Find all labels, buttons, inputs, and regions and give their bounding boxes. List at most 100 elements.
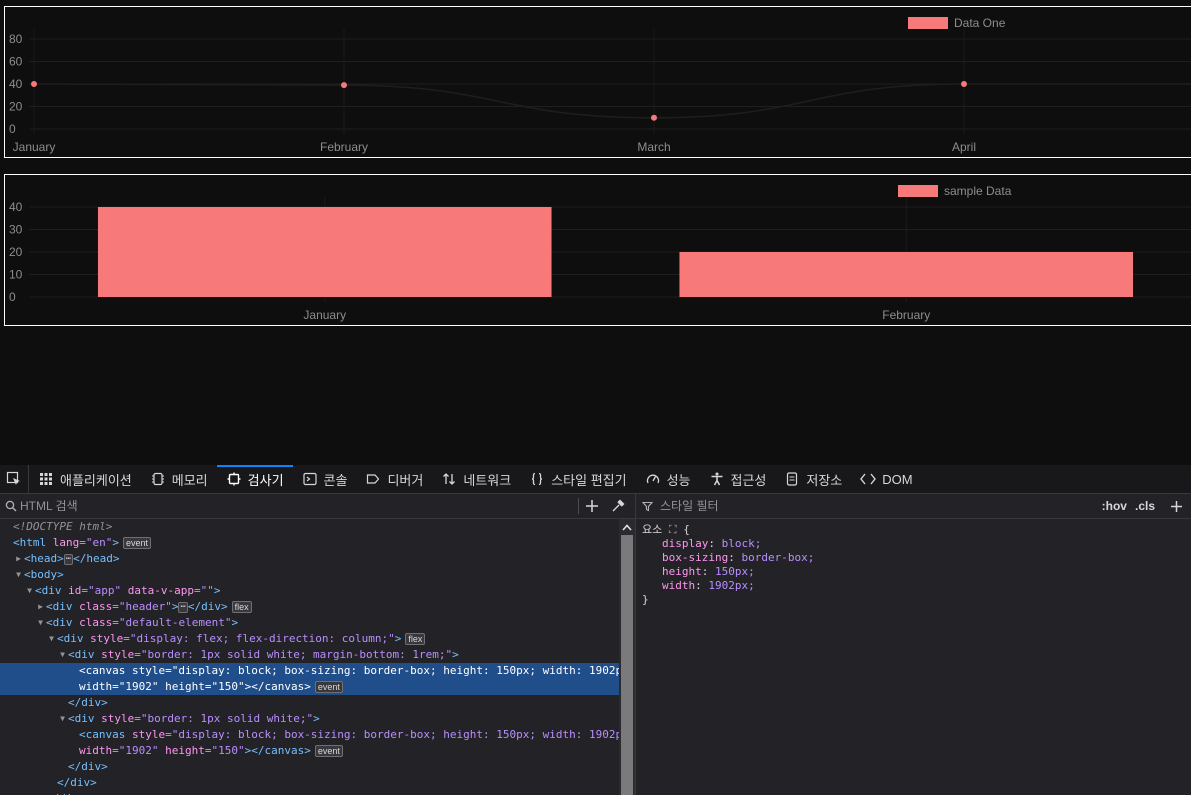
tag-text: <canvas [79,728,126,741]
tab-debugger[interactable]: 디버거 [356,465,432,493]
tree-row-default-element[interactable]: ▼ <div class = "default-element" > [0,615,619,631]
line-chart[interactable]: 0 20 40 60 80 January February March April Data O… [5,7,1191,157]
val-text: "1902" [118,744,159,757]
tree-row-border-div-1[interactable]: ▼ <div style = "border: 1px solid white; ma… [0,647,619,663]
scroll-thumb[interactable] [621,535,633,795]
tree-row-flex-column[interactable]: ▼ <div style = "display: flex; flex-directi… [0,631,619,647]
event-badge[interactable]: event [314,681,343,693]
tag-text: </div> [187,600,228,613]
x-tick-label: February [882,308,930,322]
tree-row-div-close-1[interactable]: </div> [0,695,619,711]
css-declaration[interactable]: height: 150px; [642,565,1185,579]
attr-text: lang [52,536,80,549]
tab-label: 접근성 [730,472,767,488]
flex-badge[interactable]: flex [231,601,252,613]
tree-row-canvas-1-selected[interactable]: <canvas style = "display: block; box-sizin… [0,663,619,679]
tab-label: 네트워크 [463,472,512,488]
val-text: "display: block; box-sizing: border-box;… [171,664,619,677]
event-badge[interactable]: event [314,745,343,757]
val-text: "150" [211,680,245,693]
add-rule-button[interactable] [1163,495,1189,517]
tree-row-canvas-2[interactable]: <canvas style = "display: block; box-sizin… [0,727,619,743]
style-filter-input[interactable] [658,498,1102,514]
tree-row-canvas-2-cont[interactable]: width = "1902" height = "150" ></canvas> even… [0,743,619,759]
tree-row-div-close-3[interactable]: </div> [0,775,619,791]
x-tick-label: March [637,140,670,154]
tree-row-body[interactable]: ▼ <body> [0,567,619,583]
legend-swatch [898,185,938,197]
markup-scrollbar[interactable] [619,519,635,795]
event-badge[interactable]: event [123,537,152,549]
tree-row-html[interactable]: <html lang = "en" > event [0,535,619,551]
tab-label: 저장소 [806,472,843,488]
css-property-value[interactable]: border-box; [741,551,814,564]
tab-grid[interactable]: 애플리케이션 [29,465,141,493]
tree-row-doctype[interactable]: <!DOCTYPE html> [0,519,619,535]
add-node-button[interactable] [579,495,605,517]
bar-chart[interactable]: 0 10 20 30 40 January February sample Data [5,175,1191,325]
attr-text: style [101,712,135,725]
network-icon [441,471,457,487]
data-point-april [961,81,967,87]
css-property-value[interactable]: 1902px; [708,579,754,592]
plus-icon [586,500,598,512]
collapse-arrow-icon[interactable]: ▼ [13,567,24,583]
tag-text: <div [57,632,84,645]
tree-row-div-close-4[interactable]: </div> [0,791,619,795]
tag-text: <html [13,536,47,549]
css-property-name[interactable]: width [662,579,695,592]
tab-inspector[interactable]: 검사기 [216,465,293,493]
css-property-name[interactable]: box-sizing [662,551,728,564]
val-text: "border: 1px solid white; margin-bottom:… [140,648,453,661]
tree-row-canvas-1-selected-cont[interactable]: width = "1902" height = "150" ></canvas> even… [0,679,619,695]
tab-network[interactable]: 네트워크 [432,465,520,493]
collapse-arrow-icon[interactable]: ▼ [46,631,57,647]
collapse-arrow-icon[interactable]: ▼ [35,615,46,631]
line-chart-container: 0 20 40 60 80 January February March April Data O… [4,6,1191,158]
css-property-name[interactable]: height [662,565,702,578]
collapse-arrow-icon[interactable]: ▼ [57,711,68,727]
tree-row-border-div-2[interactable]: ▼ <div style = "border: 1px solid white;" > [0,711,619,727]
tree-row-head[interactable]: ▶ <head> ⋯ </head> [0,551,619,567]
tab-memory[interactable]: 메모리 [141,465,217,493]
css-property-value[interactable]: block; [722,537,762,550]
collapsed-dots[interactable]: ⋯ [63,553,74,565]
css-declaration[interactable]: box-sizing: border-box; [642,551,1185,565]
scroll-up-arrow-icon[interactable] [619,521,635,533]
cls-toggle[interactable]: .cls [1135,499,1155,513]
collapse-arrow-icon[interactable]: ▼ [57,647,68,663]
element-picker-button[interactable] [0,465,29,493]
tree-row-header[interactable]: ▶ <div class = "header" > ⋯ </div> flex [0,599,619,615]
expand-arrow-icon[interactable]: ▶ [13,551,24,567]
hov-toggle[interactable]: :hov [1102,499,1127,513]
bar-february [679,252,1134,297]
flex-badge[interactable]: flex [405,633,426,645]
css-property-name[interactable]: display [662,537,708,550]
tab-storage[interactable]: 저장소 [775,465,851,493]
tag-text: <canvas [79,664,126,677]
html-search-input[interactable] [20,499,578,513]
series-line [33,83,1191,119]
y-tick-label: 40 [9,200,23,214]
tab-braces[interactable]: 스타일 편집기 [520,465,635,493]
tab-gauge[interactable]: 성능 [636,465,700,493]
eyedropper-button[interactable] [605,495,631,517]
collapse-arrow-icon[interactable]: ▼ [24,583,35,599]
tree-row-div-close-2[interactable]: </div> [0,759,619,775]
val-text: "" [200,584,214,597]
data-point-february [341,82,347,89]
expand-arrow-icon[interactable]: ▶ [35,599,46,615]
css-property-value[interactable]: 150px; [715,565,755,578]
tag-text: <div [46,600,73,613]
tab-dom[interactable]: DOM [851,465,921,493]
y-tick-label: 40 [9,77,23,91]
tree-row-app[interactable]: ▼ <div id = "app" data-v-app = "" > [0,583,619,599]
css-declaration[interactable]: width: 1902px; [642,579,1185,593]
tab-label: 메모리 [171,472,208,488]
tab-console[interactable]: 콘솔 [293,465,357,493]
rules-pane: :hov .cls 요소 ⛶ { display: block;box-sizi… [636,494,1191,795]
tab-accessibility[interactable]: 접근성 [700,465,776,493]
collapsed-dots[interactable]: ⋯ [178,601,188,613]
element-highlight-icon[interactable]: ⛶ [669,523,677,536]
css-declaration[interactable]: display: block; [642,537,1185,551]
